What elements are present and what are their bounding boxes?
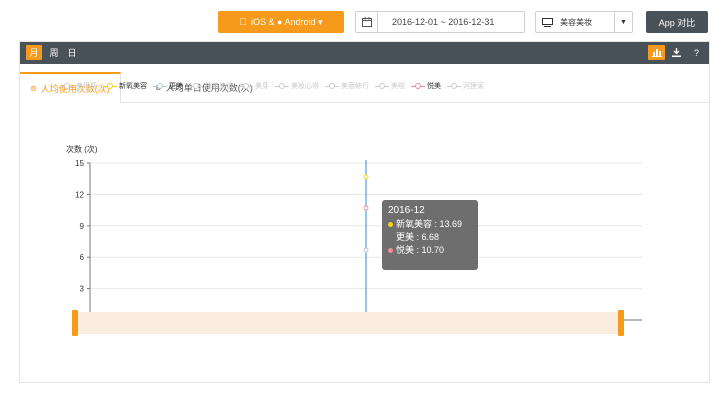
tooltip-row-text: 更美 : 6.68 — [396, 232, 440, 242]
legend-marker-icon — [325, 82, 339, 90]
legend-marker-icon — [275, 82, 289, 90]
legend-item[interactable]: 更美 — [153, 81, 183, 91]
category-selector[interactable]: 美容美妆 ▼ — [535, 11, 633, 33]
bar-chart-icon[interactable] — [648, 45, 665, 60]
chevron-down-icon[interactable]: ▼ — [614, 12, 632, 32]
tooltip-row: 新氧美容 : 13.69 — [388, 218, 472, 231]
legend-label: 美甲帮 — [76, 83, 97, 90]
series-dot — [388, 248, 393, 253]
legend-item[interactable]: 美芽 — [239, 81, 269, 91]
legend-item[interactable]: 美啦 — [375, 81, 405, 91]
slider-track — [72, 312, 624, 334]
legend-item[interactable]: 悦美 — [411, 81, 441, 91]
legend-label: 悦美 — [427, 83, 441, 90]
legend-marker-icon — [375, 82, 389, 90]
platform-selector[interactable]:  iOS & ● Android ▾ — [218, 11, 344, 33]
legend-item[interactable]: 美丽修行 — [325, 81, 369, 91]
tooltip-row: 悦美 : 10.70 — [388, 244, 472, 257]
apple-icon:  — [240, 17, 248, 28]
legend-item[interactable]: 抹茶美妆 — [189, 81, 233, 91]
period-week-button[interactable]: 周 — [46, 45, 62, 60]
monitor-icon — [536, 17, 558, 27]
tooltip-row-text: 悦美 : 10.70 — [396, 245, 445, 255]
series-dot — [388, 222, 393, 227]
slider-handle-right[interactable] — [618, 310, 624, 336]
panel-header: 月 周 日 ? — [20, 42, 709, 64]
period-month-button[interactable]: 月 — [26, 45, 42, 60]
top-toolbar:  iOS & ● Android ▾ 2016-12-01 ~ 2016-12… — [0, 0, 727, 40]
legend-label: 美啦 — [391, 83, 405, 90]
legend-marker-icon — [447, 82, 461, 90]
platform-label: iOS & ● Android ▾ — [247, 16, 323, 27]
legend-label: 河狸家 — [463, 83, 484, 90]
legend-marker-icon — [239, 82, 253, 90]
category-label: 美容美妆 — [560, 17, 592, 27]
legend-marker-icon — [60, 82, 74, 90]
legend-item[interactable]: 新氧美容 — [103, 81, 147, 91]
tooltip-title: 2016-12 — [388, 205, 425, 216]
legend-item[interactable]: 河狸家 — [447, 81, 484, 91]
date-range-text: 2016-12-01 ~ 2016-12-31 — [392, 17, 495, 27]
period-day-button[interactable]: 日 — [64, 45, 80, 60]
legend-item[interactable]: 美甲帮 — [60, 81, 97, 91]
download-icon[interactable] — [668, 45, 685, 60]
help-icon[interactable]: ? — [688, 45, 705, 60]
legend-marker-icon — [189, 82, 203, 90]
legend-label: 美妆心得 — [291, 83, 319, 90]
legend-marker-icon — [103, 82, 117, 90]
slider-handle-left[interactable] — [72, 310, 78, 336]
page:  iOS & ● Android ▾ 2016-12-01 ~ 2016-12… — [0, 0, 727, 400]
legend-label: 美芽 — [255, 83, 269, 90]
chart-tooltip: 2016-12 新氧美容 : 13.69 更美 : 6.68 悦美 : 10.7… — [382, 200, 478, 270]
legend-item[interactable]: 美妆心得 — [275, 81, 319, 91]
target-icon: ⊚ — [30, 84, 37, 93]
app-compare-button[interactable]: App 对比 — [646, 11, 708, 33]
legend-label: 新氧美容 — [119, 83, 147, 90]
chart-legend: 美甲帮 新氧美容 更美 抹茶美妆 美芽 美妆心得 美丽修行 美啦 悦美 河狸家 — [60, 80, 484, 92]
legend-marker-icon — [153, 82, 167, 90]
legend-marker-icon — [411, 82, 425, 90]
tooltip-row-text: 新氧美容 : 13.69 — [396, 219, 463, 229]
range-slider[interactable] — [72, 310, 624, 336]
legend-label: 抹茶美妆 — [205, 83, 233, 90]
date-range-picker[interactable]: 2016-12-01 ~ 2016-12-31 — [355, 11, 525, 33]
legend-label: 更美 — [169, 83, 183, 90]
calendar-icon — [356, 12, 378, 32]
legend-label: 美丽修行 — [341, 83, 369, 90]
tooltip-row: 更美 : 6.68 — [388, 231, 472, 244]
